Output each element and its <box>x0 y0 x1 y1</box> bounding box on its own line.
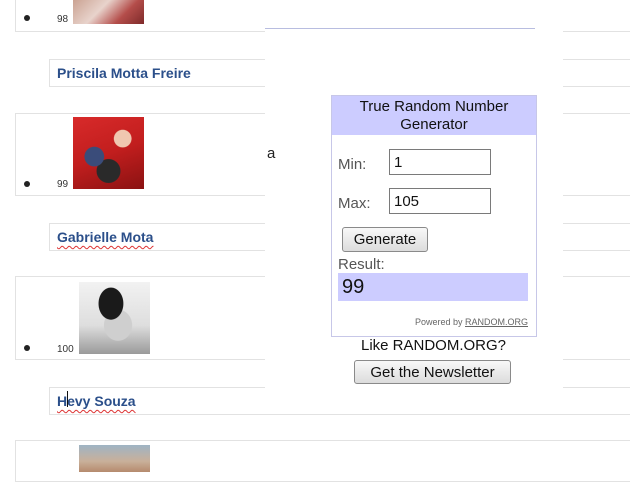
max-input[interactable] <box>389 188 491 214</box>
like-text: Like RANDOM.ORG? <box>361 337 507 354</box>
result-label: Result: <box>338 256 385 273</box>
list-bullet <box>24 345 30 351</box>
text-cursor <box>67 391 68 407</box>
min-input[interactable] <box>389 149 491 175</box>
profile-name-link[interactable]: Gabrielle Mota <box>57 229 153 245</box>
list-bullet <box>24 181 30 187</box>
max-label: Max: <box>338 195 371 212</box>
profile-photo <box>73 0 144 24</box>
powered-by-text: Powered by <box>414 317 463 327</box>
rank-number: 98 <box>57 14 69 25</box>
profile-photo <box>79 445 150 472</box>
profile-name-text: Gabrielle Mota <box>57 229 154 245</box>
powered-by: Powered by RANDOM.ORG <box>415 317 528 327</box>
result-value: 99 <box>338 273 528 301</box>
newsletter-button[interactable]: Get the Newsletter <box>354 360 511 384</box>
rank-number: 100 <box>57 344 74 355</box>
stray-text: a <box>267 145 276 162</box>
random-org-link[interactable]: RANDOM.ORG <box>465 317 528 327</box>
widget-title: True Random Number Generator <box>332 96 536 135</box>
profile-photo <box>73 117 144 189</box>
profile-name-text: Hevy Souza <box>57 393 136 409</box>
profile-name-link[interactable]: Priscila Motta Freire <box>57 65 191 81</box>
list-bullet <box>24 15 30 21</box>
profile-photo <box>79 282 150 354</box>
min-label: Min: <box>338 156 367 173</box>
rank-number: 99 <box>57 179 69 190</box>
generate-button[interactable]: Generate <box>342 227 428 252</box>
name-box <box>49 387 630 415</box>
random-number-widget: True Random Number Generator Min: Max: G… <box>331 95 537 337</box>
profile-name-link[interactable]: Hevy Souza <box>57 393 136 409</box>
